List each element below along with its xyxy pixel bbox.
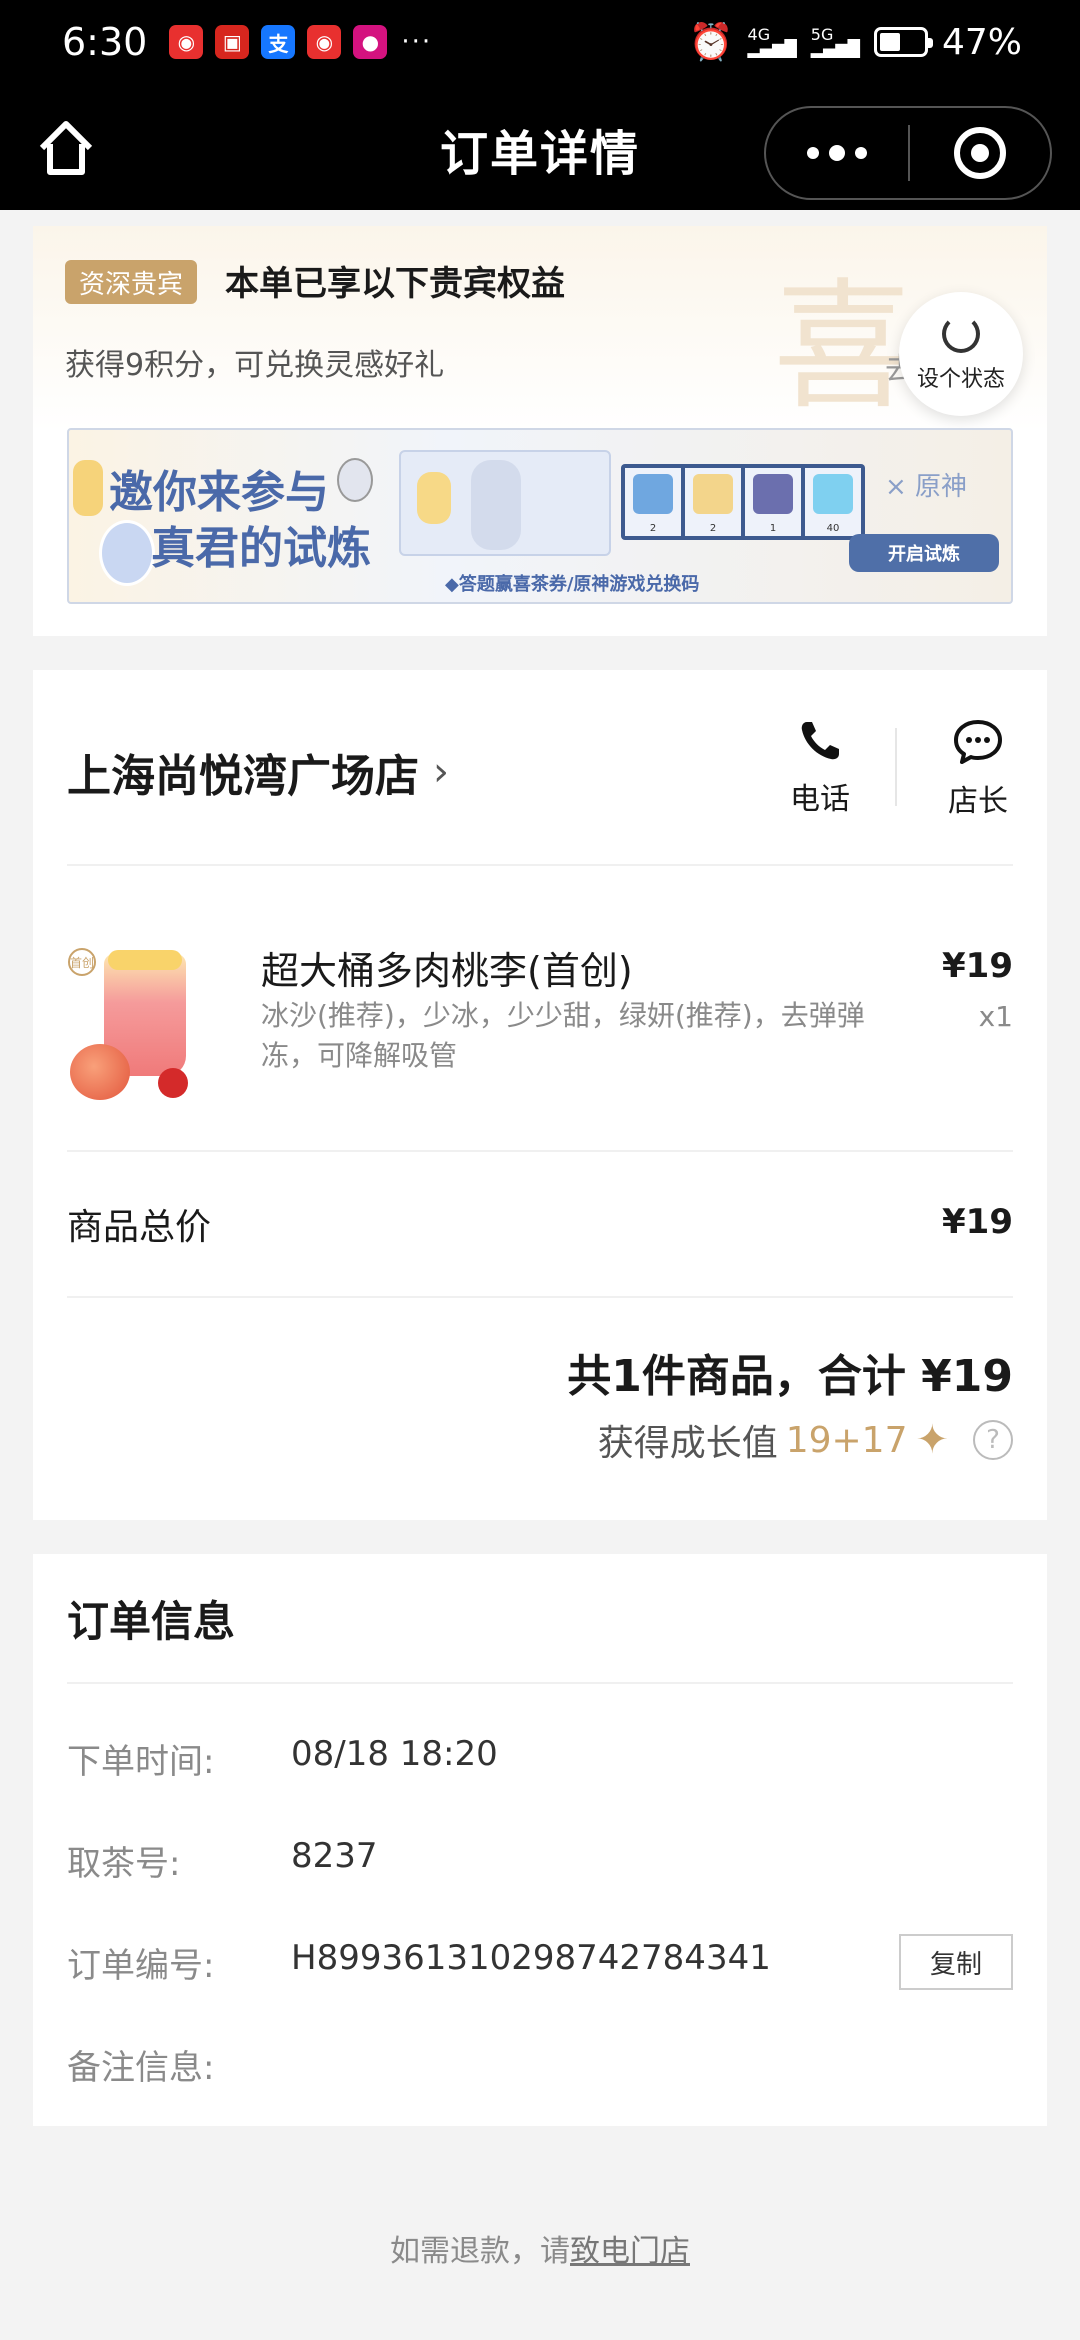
status-time: 6:30: [62, 20, 148, 64]
product-image: 首创: [66, 944, 224, 1102]
phone-icon: [801, 722, 839, 760]
vip-level-badge: 资深贵宾: [65, 260, 198, 304]
product-name: 超大桶多肉桃李(首创): [261, 949, 633, 993]
reward-items: 2 2 1 40: [621, 464, 865, 540]
sparkle-icon: ✦: [915, 1417, 949, 1463]
help-icon[interactable]: ?: [973, 1420, 1013, 1460]
call-store-button[interactable]: 电话: [765, 718, 875, 818]
growth-value: 19+17: [785, 1419, 908, 1461]
set-status-button[interactable]: 设个状态: [899, 292, 1023, 416]
divider: [67, 864, 1013, 866]
status-ring-icon: [942, 315, 980, 353]
order-info-card: 订单信息 下单时间: 08/18 18:20 取茶号: 8237 订单编号: H…: [33, 1554, 1047, 2126]
order-items-card: 上海尚悦湾广场店 › 电话 店长 首创 超大桶多肉桃李(首创) 冰沙(推荐)，少…: [33, 670, 1047, 1520]
start-trial-button[interactable]: 开启试炼: [849, 534, 999, 572]
growth-points: 获得成长值 19+17 ✦ ?: [598, 1414, 1013, 1466]
contact-manager-button[interactable]: 店长: [923, 718, 1033, 820]
store-link[interactable]: 上海尚悦湾广场店 ›: [67, 740, 449, 804]
alipay-icon: 支: [261, 25, 296, 59]
vip-benefits-card: 喜 去 资深贵宾 本单已享以下贵宾权益 获得9积分，可兑换灵感好礼 设个状态 邀…: [33, 226, 1047, 636]
order-time-label: 下单时间:: [67, 1742, 215, 1782]
banner-brand: × 原神: [885, 472, 968, 502]
chat-bubble-icon: [954, 720, 1002, 764]
more-notifications-icon: ···: [401, 27, 433, 57]
order-total: 共1件商品，合计 ¥19: [567, 1351, 1013, 1402]
divider: [67, 1296, 1013, 1298]
notification-icons: ◉ ▣ 支 ◉ ●: [169, 25, 388, 59]
shopping-app-icon: ●: [353, 25, 388, 59]
more-menu-button[interactable]: [766, 108, 908, 198]
title-bar: 订单详情: [0, 84, 1080, 210]
banner-title-line2: 真君的试炼: [151, 523, 371, 574]
weibo-icon: ◉: [169, 25, 204, 59]
weibo-icon: ◉: [307, 25, 342, 59]
subtotal-value: ¥19: [942, 1202, 1013, 1242]
vip-title: 本单已享以下贵宾权益: [225, 264, 565, 304]
refund-note: 如需退款，请致电门店: [390, 2234, 690, 2269]
battery-percent: 47%: [941, 21, 1022, 63]
pickup-number-label: 取茶号:: [67, 1844, 181, 1884]
close-miniprogram-button[interactable]: [910, 127, 1050, 179]
signal-5g-icon: 5G ▂▄▆█: [810, 25, 860, 58]
lantern-icon: [73, 460, 103, 516]
alarm-icon: ⏰: [688, 22, 734, 63]
vip-points-text: 获得9积分，可兑换灵感好礼: [65, 348, 445, 383]
divider: [67, 1682, 1013, 1684]
divider: [67, 1150, 1013, 1152]
battery-icon: [873, 27, 933, 57]
pickup-number-value: 8237: [291, 1836, 378, 1876]
watermark-logo: 喜: [773, 266, 914, 429]
banner-tagline: ◆答题赢喜茶券/原神游戏兑换码: [445, 574, 700, 595]
order-number-label: 订单编号:: [67, 1946, 215, 1986]
character-avatar: [337, 458, 373, 502]
miniprogram-capsule: [764, 106, 1052, 200]
subtotal-label: 商品总价: [67, 1207, 212, 1248]
character-illustration: [99, 520, 155, 586]
banner-title-line1: 邀你来参与: [109, 467, 329, 518]
chevron-right-icon: ›: [433, 749, 449, 795]
banner-poster: [399, 450, 611, 556]
product-price: ¥19: [942, 946, 1013, 986]
call-store-link[interactable]: 致电门店: [570, 2234, 690, 2269]
pinduoduo-icon: ▣: [215, 25, 250, 59]
status-bar: 6:30 ◉ ▣ 支 ◉ ● ··· ⏰ 4G ▂▄▆█ 5G ▂▄▆█ 47%: [0, 0, 1080, 84]
product-quantity: x1: [978, 1000, 1013, 1033]
order-time-value: 08/18 18:20: [291, 1734, 498, 1774]
product-options: 冰沙(推荐)，少冰，少少甜，绿妍(推荐)，去弹弹冻，可降解吸管: [261, 999, 865, 1072]
order-info-title: 订单信息: [67, 1597, 236, 1646]
promo-banner[interactable]: 邀你来参与 真君的试炼 2 2 1 40 ◆答题赢喜茶券/原神游戏兑换码 × 原…: [67, 428, 1013, 604]
order-number-value: H899361310298742784341: [291, 1938, 771, 1978]
copy-order-number-button[interactable]: 复制: [899, 1934, 1013, 1990]
signal-4g-icon: 4G ▂▄▆█: [747, 25, 797, 58]
note-label: 备注信息:: [67, 2048, 215, 2088]
store-name: 上海尚悦湾广场店: [67, 751, 419, 802]
